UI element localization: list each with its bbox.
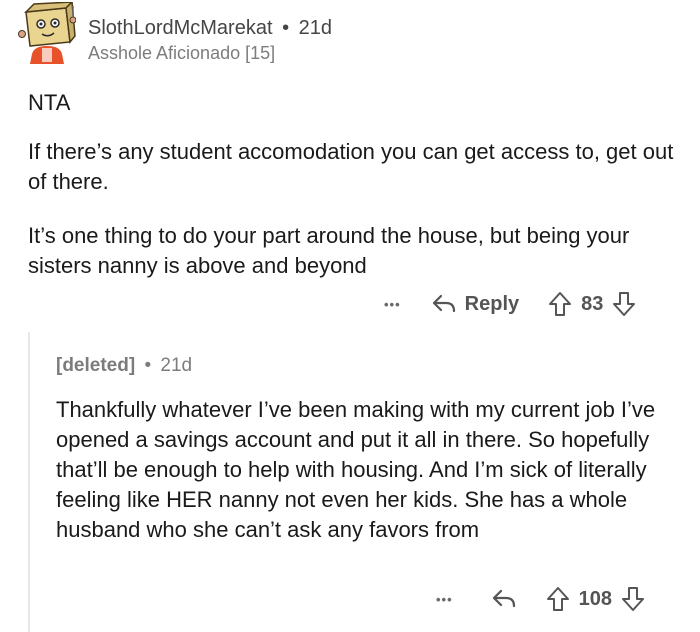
vote-score: 83 [581, 292, 604, 315]
reply-button[interactable]: Reply [431, 293, 519, 316]
comment-paragraph: It’s one thing to do your part around th… [28, 223, 630, 278]
reply-arrow-icon [432, 294, 455, 313]
header-separator: • [282, 17, 290, 39]
upvote-icon[interactable] [545, 585, 571, 613]
reply-timestamp[interactable]: 21d [160, 355, 192, 376]
reply-arrow-icon[interactable] [491, 588, 517, 610]
comment-paragraph-verdict: NTA [28, 90, 71, 115]
reply-body: Thankfully whatever I’ve been making wit… [56, 397, 656, 542]
reply-label: Reply [464, 292, 520, 315]
comment-timestamp[interactable]: 21d [299, 17, 332, 39]
username-link[interactable]: SlothLordMcMarekat [88, 17, 273, 39]
reply-action-bar: ••• 108 [436, 584, 646, 614]
comment-action-bar: ••• Reply 83 [384, 289, 637, 319]
downvote-icon[interactable] [611, 290, 637, 318]
comment-header: SlothLordMcMarekat • 21d [88, 17, 332, 40]
reply-username: [deleted] [56, 355, 136, 376]
reply-header: [deleted] • 21d [56, 355, 192, 377]
comment-paragraph: If there’s any student accomodation you … [28, 139, 674, 194]
header-separator: • [144, 355, 152, 376]
avatar-icon[interactable] [18, 0, 77, 66]
more-dots-icon[interactable]: ••• [436, 592, 453, 607]
vote-score: 108 [578, 587, 613, 610]
more-dots-icon[interactable]: ••• [384, 297, 401, 312]
thread-line[interactable] [28, 332, 30, 632]
upvote-icon[interactable] [547, 290, 573, 318]
user-flair: Asshole Aficionado [15] [88, 43, 276, 63]
downvote-icon[interactable] [620, 585, 646, 613]
